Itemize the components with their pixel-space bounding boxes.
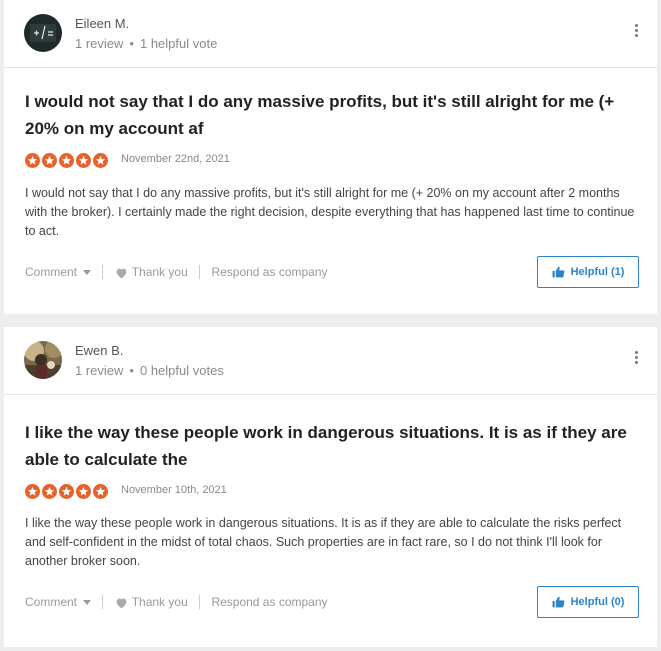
thank-you-label: Thank you	[131, 594, 188, 609]
review-count: 1 review	[75, 363, 124, 378]
review-count: 1 review	[75, 36, 124, 51]
respond-as-company-link[interactable]: Respond as company	[211, 595, 327, 609]
thank-you-button[interactable]: Thank you	[115, 595, 188, 609]
respond-as-company-link[interactable]: Respond as company	[211, 265, 327, 279]
helpful-vote-count: 0 helpful votes	[139, 363, 224, 378]
reviewer-name[interactable]: Ewen B.	[75, 343, 123, 358]
comment-dropdown[interactable]: Comment	[25, 264, 92, 279]
comment-label: Comment	[25, 264, 78, 279]
divider	[102, 594, 104, 609]
review-date: November 22nd, 2021	[121, 153, 230, 165]
thumbs-up-icon	[552, 596, 564, 608]
star-icon	[93, 153, 108, 168]
review-date: November 10th, 2021	[121, 484, 227, 496]
helpful-label: Helpful (0)	[570, 596, 625, 608]
star-icon	[25, 484, 40, 499]
star-icon	[59, 484, 74, 499]
review-actions: Comment Thank you Respond as company	[25, 594, 328, 609]
star-icon	[76, 153, 91, 168]
review-actions: Comment Thank you Respond as company	[25, 264, 328, 279]
comment-label: Comment	[25, 594, 78, 609]
review-title[interactable]: I would not say that I do any massive pr…	[25, 88, 635, 142]
chevron-down-icon	[83, 600, 92, 606]
review-header: Eileen M. 1 review • 1 helpful vote	[4, 0, 657, 68]
separator-dot: •	[129, 36, 134, 51]
star-rating	[25, 153, 110, 171]
star-icon	[42, 153, 57, 168]
star-icon	[42, 484, 57, 499]
review-title[interactable]: I like the way these people work in dang…	[25, 419, 635, 473]
star-rating	[25, 484, 110, 502]
avatar[interactable]	[24, 341, 62, 379]
helpful-button[interactable]: Helpful (0)	[537, 586, 639, 618]
helpful-button[interactable]: Helpful (1)	[537, 256, 639, 288]
heart-icon	[116, 598, 127, 609]
avatar[interactable]	[24, 14, 62, 52]
star-icon	[59, 153, 74, 168]
thumbs-up-icon	[552, 266, 564, 278]
separator-dot: •	[129, 363, 134, 378]
star-icon	[25, 153, 40, 168]
helpful-label: Helpful (1)	[570, 266, 625, 278]
more-options-icon[interactable]	[635, 24, 639, 39]
more-options-icon[interactable]	[635, 351, 639, 366]
review-header: Ewen B. 1 review • 0 helpful votes	[4, 327, 657, 395]
review-body: I would not say that I do any massive pr…	[25, 186, 635, 238]
thank-you-button[interactable]: Thank you	[115, 265, 188, 279]
helpful-vote-count: 1 helpful vote	[139, 36, 218, 51]
reviewer-name[interactable]: Eileen M.	[75, 16, 129, 31]
divider	[199, 594, 201, 609]
review-card: Ewen B. 1 review • 0 helpful votes I like …	[4, 327, 657, 647]
star-icon	[76, 484, 91, 499]
thank-you-label: Thank you	[131, 264, 188, 279]
chevron-down-icon	[83, 270, 92, 276]
divider	[199, 264, 201, 279]
reviewer-stats: 1 review • 0 helpful votes	[75, 363, 224, 378]
review-card: Eileen M. 1 review • 1 helpful vote I woul…	[4, 0, 657, 314]
review-body: I like the way these people work in dang…	[25, 516, 622, 568]
comment-dropdown[interactable]: Comment	[25, 594, 92, 609]
star-icon	[93, 484, 108, 499]
heart-icon	[116, 268, 127, 279]
reviewer-stats: 1 review • 1 helpful vote	[75, 36, 217, 51]
divider	[102, 264, 104, 279]
